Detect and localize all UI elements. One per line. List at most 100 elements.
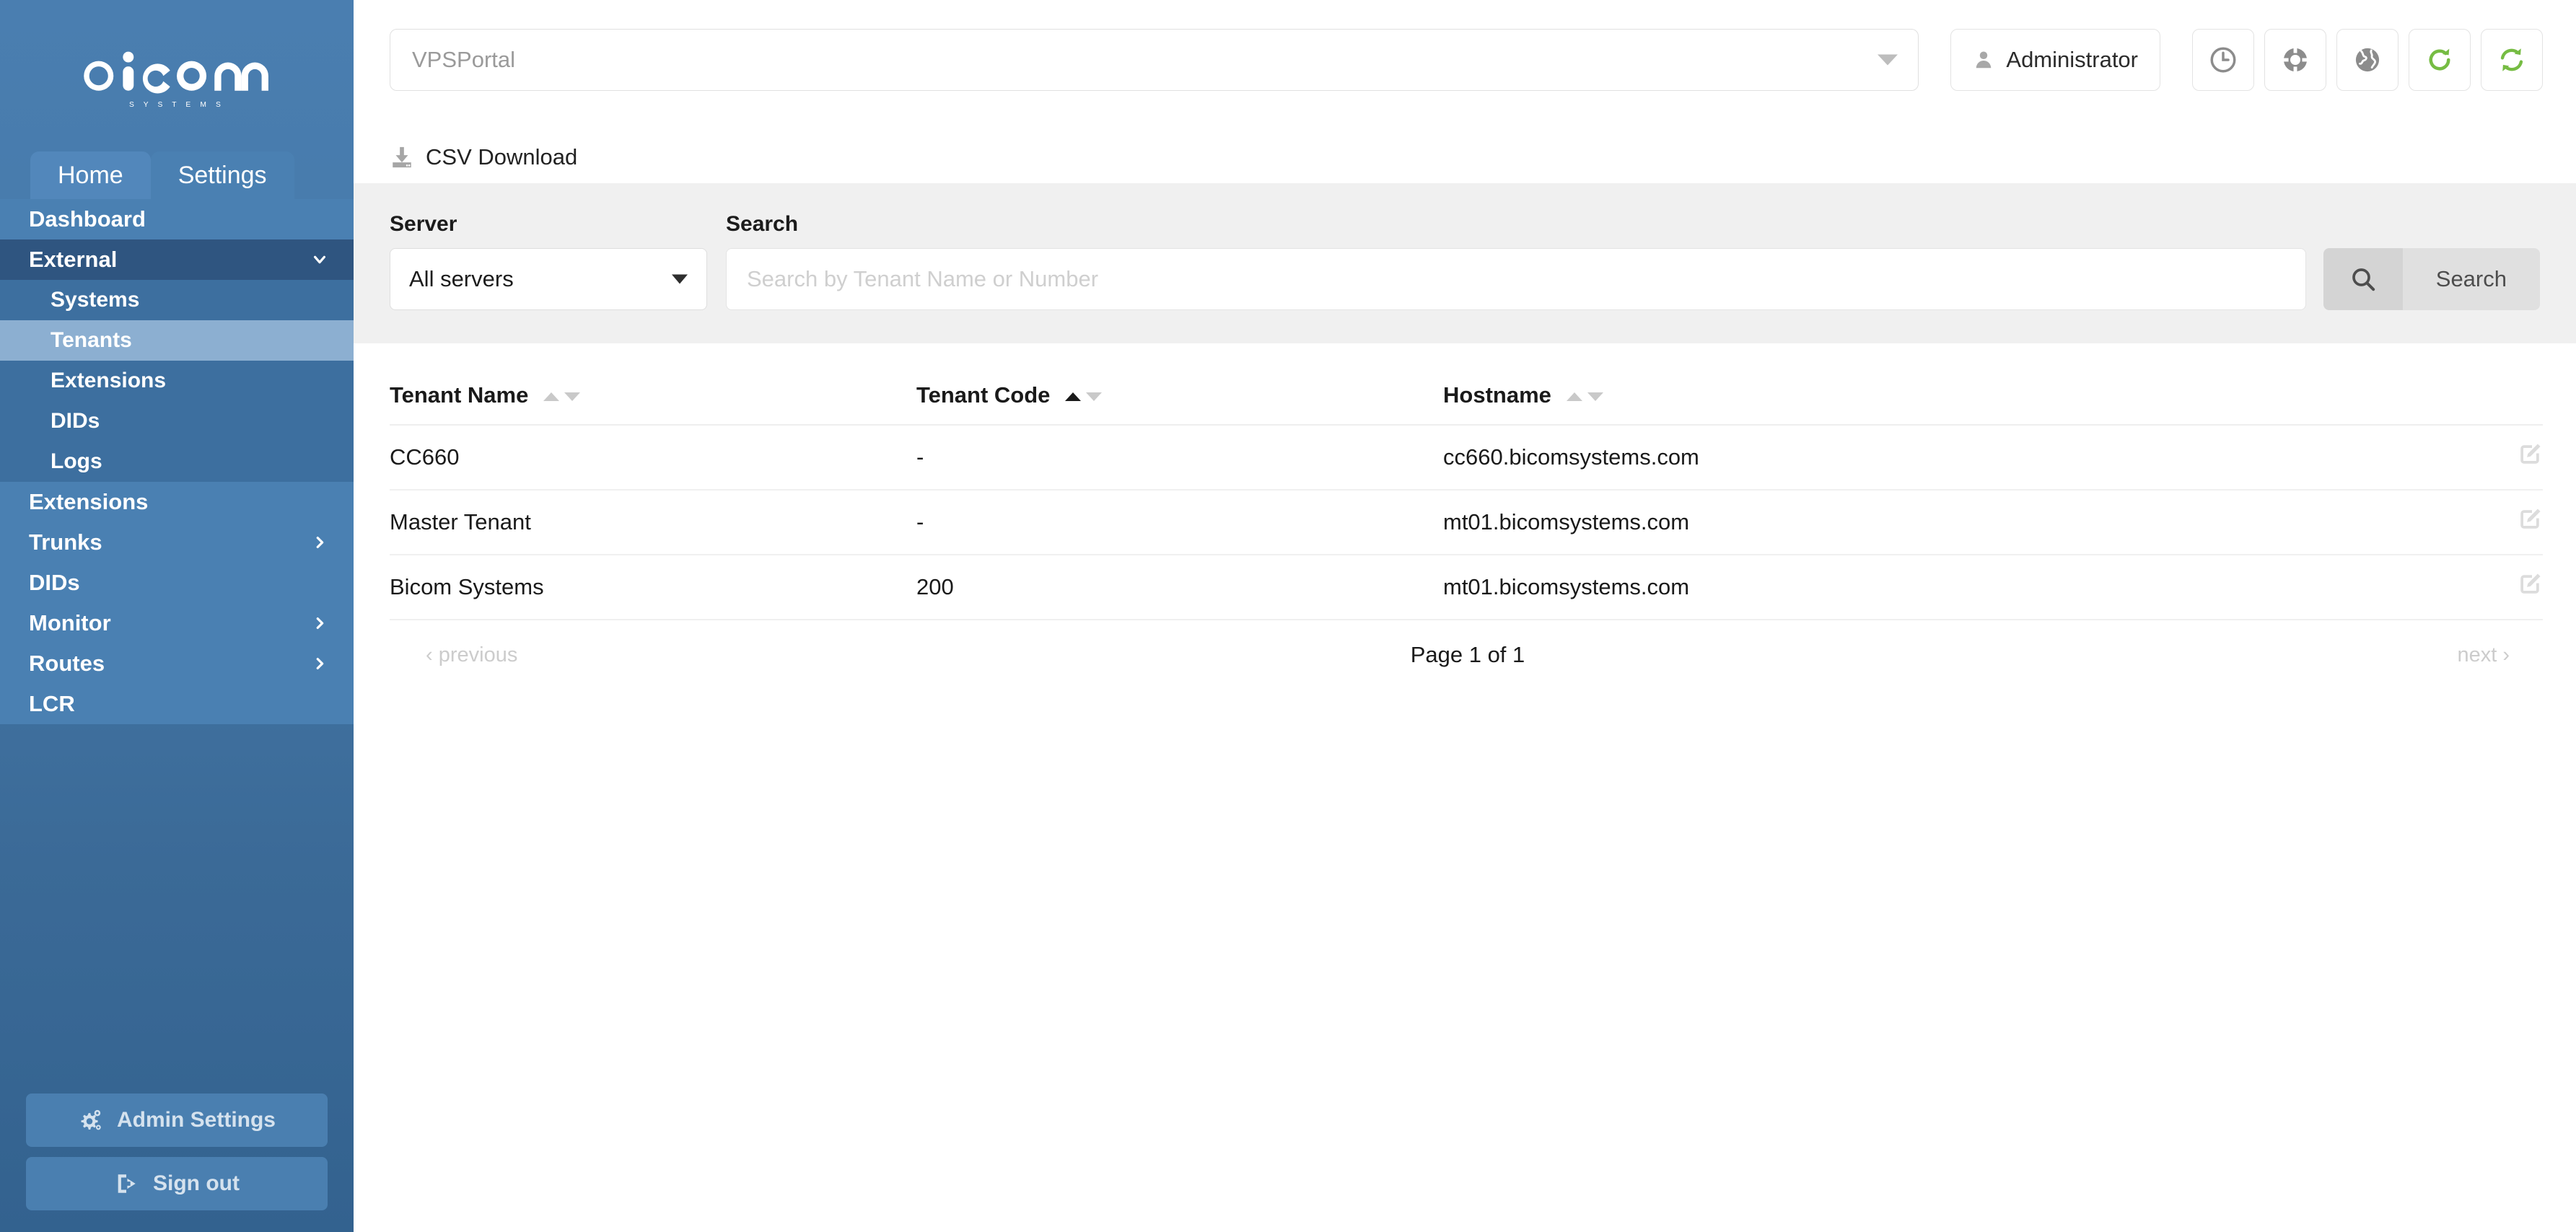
sidebar-item-label: DIDs <box>51 409 100 433</box>
edit-icon[interactable] <box>2517 571 2543 597</box>
sort-controls[interactable] <box>543 392 580 401</box>
table-row[interactable]: Bicom Systems 200 mt01.bicomsystems.com <box>390 555 2543 620</box>
sidebar-item-label: Trunks <box>29 529 102 555</box>
admin-settings-button[interactable]: Admin Settings <box>26 1094 328 1147</box>
sidebar-item-routes[interactable]: Routes <box>0 643 354 684</box>
column-label: Hostname <box>1443 382 1551 408</box>
tab-settings[interactable]: Settings <box>150 151 294 199</box>
cell-tenant-code: - <box>916 490 1443 555</box>
column-header-hostname[interactable]: Hostname <box>1443 343 2471 426</box>
tab-home[interactable]: Home <box>30 151 151 199</box>
portal-select[interactable]: VPSPortal <box>390 29 1919 91</box>
sidebar-item-tenants[interactable]: Tenants <box>0 320 354 361</box>
svg-text:S Y S T E M S: S Y S T E M S <box>129 101 224 109</box>
table-header-row: Tenant Name Tenant Code Hostname <box>390 343 2543 426</box>
pagination: ‹ previous Page 1 of 1 next › <box>390 620 2543 668</box>
cell-tenant-name: Bicom Systems <box>390 555 916 620</box>
previous-page-button[interactable]: ‹ previous <box>426 643 642 667</box>
life-ring-icon <box>2282 46 2309 74</box>
sidebar-item-label: Routes <box>29 651 105 676</box>
sidebar-item-label: Extensions <box>51 369 167 392</box>
gears-icon <box>81 1109 101 1130</box>
search-button[interactable]: Search <box>2323 248 2540 310</box>
sort-asc-icon[interactable] <box>1065 392 1082 401</box>
sidebar-item-trunks[interactable]: Trunks <box>0 522 354 563</box>
cell-actions <box>2471 555 2543 620</box>
help-button[interactable] <box>2264 29 2326 91</box>
chevron-down-icon <box>672 274 688 284</box>
sign-out-button[interactable]: Sign out <box>26 1157 328 1210</box>
column-header-tenant-name[interactable]: Tenant Name <box>390 343 916 426</box>
filter-bar: Server All servers Search Search by Tena… <box>354 183 2576 343</box>
server-select-value: All servers <box>409 266 514 291</box>
sidebar-item-dids[interactable]: DIDs <box>0 563 354 603</box>
table-row[interactable]: CC660 - cc660.bicomsystems.com <box>390 425 2543 490</box>
sort-desc-icon[interactable] <box>1086 392 1103 401</box>
admin-settings-label: Admin Settings <box>116 1108 276 1132</box>
edit-icon[interactable] <box>2517 441 2543 467</box>
cell-actions <box>2471 490 2543 555</box>
refresh-icon <box>2429 48 2450 71</box>
sidebar-nav: Dashboard External Systems Tenants Exten… <box>0 199 354 724</box>
user-menu-button[interactable]: Administrator <box>1950 29 2160 91</box>
sort-controls[interactable] <box>1566 392 1603 401</box>
search-label: Search <box>726 212 799 236</box>
sidebar-item-label: DIDs <box>29 570 80 595</box>
sidebar-item-monitor[interactable]: Monitor <box>0 603 354 643</box>
sidebar-item-label: External <box>29 247 118 272</box>
tenants-table: Tenant Name Tenant Code Hostname CC660 -… <box>390 343 2543 620</box>
page-indicator: Page 1 of 1 <box>1410 642 1525 667</box>
csv-download-button[interactable]: CSV Download <box>390 144 577 170</box>
sidebar-item-lcr[interactable]: LCR <box>0 684 354 724</box>
cell-hostname: mt01.bicomsystems.com <box>1443 555 2471 620</box>
tenants-table-area: Tenant Name Tenant Code Hostname CC660 -… <box>354 343 2576 1232</box>
user-menu-label: Administrator <box>2006 47 2138 72</box>
table-body: CC660 - cc660.bicomsystems.com Master Te… <box>390 425 2543 620</box>
chevron-down-icon <box>313 255 326 264</box>
sidebar-item-dashboard[interactable]: Dashboard <box>0 199 354 239</box>
language-button[interactable] <box>2336 29 2398 91</box>
sort-controls[interactable] <box>1065 392 1103 401</box>
sync-icon <box>2500 48 2523 71</box>
edit-icon[interactable] <box>2517 506 2543 532</box>
sidebar-footer: Admin Settings Sign out <box>0 1083 354 1232</box>
search-icon-segment[interactable] <box>2323 248 2403 310</box>
cell-tenant-name: Master Tenant <box>390 490 916 555</box>
search-button-label[interactable]: Search <box>2402 248 2540 310</box>
sidebar-item-external[interactable]: External <box>0 239 354 280</box>
sidebar-item-extensions[interactable]: Extensions <box>0 482 354 522</box>
sidebar-item-extensions-external[interactable]: Extensions <box>0 361 354 401</box>
refresh-button[interactable] <box>2409 29 2471 91</box>
sort-asc-icon[interactable] <box>1566 392 1582 401</box>
sidebar: S Y S T E M S Home Settings Dashboard Ex… <box>0 0 354 1232</box>
clock-icon <box>2210 47 2236 73</box>
top-icon-buttons <box>2192 29 2543 91</box>
cell-actions <box>2471 425 2543 490</box>
chevron-down-icon <box>1878 54 1898 66</box>
chevron-right-icon <box>316 617 324 630</box>
table-row[interactable]: Master Tenant - mt01.bicomsystems.com <box>390 490 2543 555</box>
sidebar-item-dids-external[interactable]: DIDs <box>0 401 354 441</box>
sidebar-item-label: Dashboard <box>29 206 146 232</box>
clock-button[interactable] <box>2192 29 2254 91</box>
sidebar-item-systems[interactable]: Systems <box>0 280 354 320</box>
sidebar-item-label: Logs <box>51 449 102 473</box>
top-bar: VPSPortal Administrator <box>354 0 2576 131</box>
cell-tenant-name: CC660 <box>390 425 916 490</box>
sidebar-item-label: Tenants <box>51 328 132 352</box>
sort-desc-icon[interactable] <box>564 392 580 401</box>
search-filter-group: Search <box>726 212 2306 310</box>
bicom-logo-icon: S Y S T E M S <box>84 48 268 109</box>
sort-asc-icon[interactable] <box>543 392 559 401</box>
sidebar-item-label: Systems <box>51 288 140 312</box>
server-select[interactable]: All servers <box>390 248 707 310</box>
search-input[interactable] <box>726 248 2306 310</box>
column-label: Tenant Name <box>390 382 529 408</box>
next-page-button[interactable]: next › <box>2293 643 2510 667</box>
column-header-actions <box>2471 343 2543 426</box>
sort-desc-icon[interactable] <box>1587 392 1603 401</box>
sidebar-item-logs[interactable]: Logs <box>0 441 354 482</box>
sync-button[interactable] <box>2481 29 2543 91</box>
column-header-tenant-code[interactable]: Tenant Code <box>916 343 1443 426</box>
